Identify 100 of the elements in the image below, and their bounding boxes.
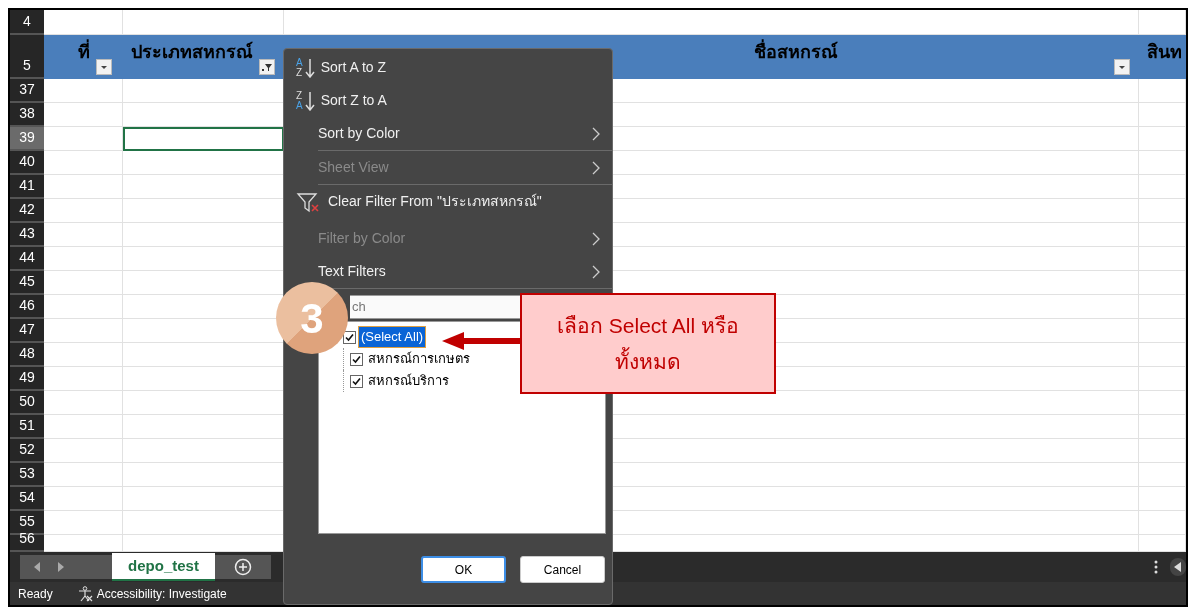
accessibility-icon — [76, 585, 93, 602]
table-cell[interactable] — [44, 439, 123, 463]
callout-text: เลือก Select All หรือ — [556, 312, 740, 339]
table-cell[interactable] — [1139, 175, 1186, 199]
row-header[interactable]: 4 — [10, 10, 44, 35]
row-header[interactable]: 41 — [10, 175, 44, 199]
row-header[interactable]: 38 — [10, 103, 44, 127]
status-text: Ready — [18, 585, 53, 603]
column-title: ที่ — [78, 37, 90, 67]
selected-cell[interactable] — [123, 127, 284, 151]
table-cell[interactable] — [44, 199, 123, 223]
table-cell[interactable] — [1139, 319, 1186, 343]
checklist-label[interactable]: สหกรณ์การเกษตร — [366, 349, 472, 369]
table-cell[interactable] — [44, 151, 123, 175]
table-cell[interactable] — [1139, 271, 1186, 295]
sort-icon-letter: Z — [296, 67, 303, 78]
table-cell[interactable] — [1139, 151, 1186, 175]
column-title: ประเภทสหกรณ์ — [131, 40, 253, 64]
table-cell[interactable] — [44, 415, 123, 439]
table-cell[interactable] — [1139, 487, 1186, 511]
table-cell[interactable] — [1139, 415, 1186, 439]
checklist-label[interactable]: สหกรณ์บริการ — [366, 371, 451, 391]
row-header[interactable]: 42 — [10, 199, 44, 223]
table-cell[interactable] — [1139, 367, 1186, 391]
row-header[interactable]: 51 — [10, 415, 44, 439]
row-header[interactable]: 46 — [10, 295, 44, 319]
row-header[interactable]: 52 — [10, 439, 44, 463]
more-options-icon[interactable] — [1154, 560, 1158, 574]
table-cell[interactable] — [1139, 79, 1186, 103]
table-cell[interactable] — [44, 223, 123, 247]
table-cell[interactable] — [1139, 223, 1186, 247]
scroll-left-icon[interactable] — [1170, 558, 1186, 576]
row-header[interactable]: 44 — [10, 247, 44, 271]
table-cell[interactable] — [44, 247, 123, 271]
table-cell[interactable] — [44, 487, 123, 511]
row-header[interactable]: 54 — [10, 487, 44, 511]
table-cell[interactable] — [44, 511, 123, 535]
down-arrow-icon — [304, 90, 315, 111]
row-header[interactable]: 50 — [10, 391, 44, 415]
callout-text: ทั้งหมด — [615, 346, 681, 375]
row-header[interactable]: 53 — [10, 463, 44, 487]
menu-item: Sheet View — [318, 158, 389, 177]
row-header[interactable]: 49 — [10, 367, 44, 391]
menu-item[interactable]: Sort Z to A — [320, 90, 387, 111]
previous-sheet-icon[interactable] — [34, 562, 40, 572]
table-cell[interactable] — [44, 319, 123, 343]
row-header[interactable]: 5 — [10, 35, 44, 79]
menu-item: Filter by Color — [318, 229, 406, 248]
table-cell[interactable] — [44, 367, 123, 391]
table-cell[interactable] — [1139, 391, 1186, 415]
row-header[interactable]: 45 — [10, 271, 44, 295]
row-header[interactable]: 48 — [10, 343, 44, 367]
sort-icon-letter: Z — [296, 90, 303, 101]
cancel-button[interactable]: Cancel — [520, 556, 605, 583]
row-header[interactable]: 56 — [10, 535, 44, 552]
add-icon — [234, 558, 252, 576]
table-cell[interactable] — [44, 391, 123, 415]
filter-active-button[interactable] — [259, 59, 275, 75]
table-cell[interactable] — [44, 103, 123, 127]
column-title: ชื่อสหกรณ์ — [754, 37, 838, 67]
checklist-label[interactable]: (Select All) — [359, 327, 426, 347]
table-cell[interactable] — [44, 343, 123, 367]
sheet-tab[interactable]: depo_test — [112, 553, 215, 581]
table-cell[interactable] — [1139, 463, 1186, 487]
table-cell[interactable] — [44, 295, 123, 319]
checkbox[interactable] — [350, 374, 363, 388]
table-cell[interactable] — [44, 463, 123, 487]
ok-button[interactable]: OK — [421, 556, 506, 583]
table-cell[interactable] — [44, 271, 123, 295]
table-cell[interactable] — [1139, 439, 1186, 463]
table-cell[interactable] — [44, 127, 123, 151]
table-cell[interactable] — [1139, 103, 1186, 127]
table-cell[interactable] — [44, 79, 123, 103]
row-header[interactable]: 43 — [10, 223, 44, 247]
filter-dropdown-button[interactable] — [1114, 59, 1130, 75]
next-sheet-icon[interactable] — [58, 562, 64, 572]
down-arrow-icon — [304, 57, 315, 78]
row-header[interactable]: 37 — [10, 79, 44, 103]
menu-item[interactable]: Text Filters — [318, 261, 386, 282]
menu-item[interactable]: Sort by Color — [318, 123, 400, 144]
table-cell[interactable] — [1139, 511, 1186, 535]
table-cell[interactable] — [1139, 343, 1186, 367]
checkbox[interactable] — [343, 330, 356, 344]
column-title: สินท — [1147, 41, 1182, 64]
menu-item[interactable]: Sort A to Z — [320, 57, 387, 78]
accessibility-button[interactable]: Accessibility: Investigate — [76, 584, 227, 603]
table-cell[interactable] — [1139, 247, 1186, 271]
checkbox[interactable] — [350, 352, 363, 366]
sort-icon-letter: A — [296, 57, 303, 68]
table-cell[interactable] — [1139, 127, 1186, 151]
menu-item[interactable]: Clear Filter From "ประเภทสหกรณ์" — [328, 191, 542, 212]
filter-dropdown-button[interactable] — [96, 59, 112, 75]
search-field[interactable]: ch — [350, 295, 520, 319]
table-cell[interactable] — [1139, 295, 1186, 319]
row-header[interactable]: 39 — [10, 127, 44, 151]
add-sheet-button[interactable] — [215, 555, 271, 579]
row-header[interactable]: 40 — [10, 151, 44, 175]
table-cell[interactable] — [44, 175, 123, 199]
row-header[interactable]: 47 — [10, 319, 44, 343]
table-cell[interactable] — [1139, 199, 1186, 223]
